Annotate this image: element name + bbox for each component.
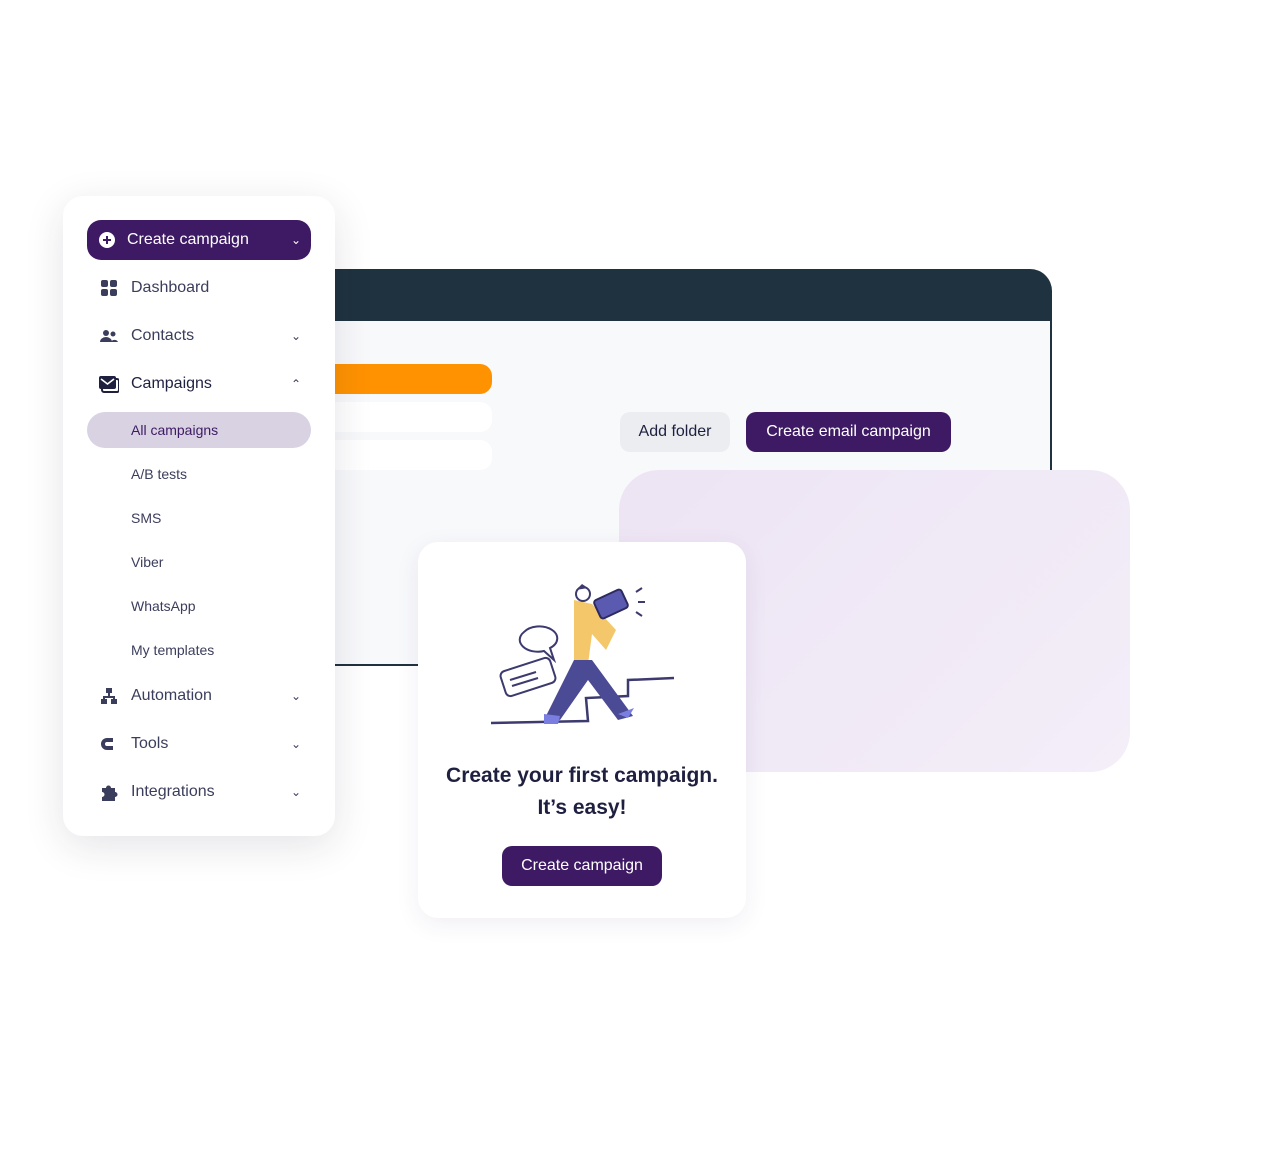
create-email-campaign-button[interactable]: Create email campaign — [746, 412, 951, 452]
sidebar-item-label: Tools — [131, 735, 169, 752]
grid-icon — [87, 280, 131, 296]
create-campaign-dropdown[interactable]: Create campaign ⌄ — [87, 220, 311, 260]
sidebar-item-contacts[interactable]: Contacts ⌄ — [87, 316, 311, 356]
users-icon — [87, 329, 131, 343]
empty-state-title: Create your first campaign. It’s easy! — [418, 760, 746, 824]
app-header — [320, 269, 1052, 321]
sidebar-sub-viber[interactable]: Viber — [87, 544, 311, 580]
sidebar-item-automation[interactable]: Automation ⌄ — [87, 676, 311, 716]
mail-icon — [87, 375, 131, 393]
sidebar: Create campaign ⌄ Dashboard Contacts ⌄ C… — [63, 196, 335, 836]
window-border — [1050, 300, 1052, 470]
sidebar-item-label: Contacts — [131, 327, 195, 344]
sidebar-sub-whatsapp[interactable]: WhatsApp — [87, 588, 311, 624]
sidebar-sub-ab-tests[interactable]: A/B tests — [87, 456, 311, 492]
chevron-down-icon: ⌄ — [290, 329, 302, 343]
add-folder-button[interactable]: Add folder — [620, 412, 730, 452]
chevron-down-icon: ⌄ — [290, 233, 302, 247]
sidebar-item-label: Dashboard — [131, 279, 210, 296]
sidebar-item-integrations[interactable]: Integrations ⌄ — [87, 772, 311, 812]
magnet-icon — [87, 737, 131, 751]
chevron-down-icon: ⌄ — [290, 689, 302, 703]
sitemap-icon — [87, 688, 131, 704]
chevron-up-icon: ⌃ — [290, 377, 302, 391]
sidebar-sub-my-templates[interactable]: My templates — [87, 632, 311, 668]
puzzle-icon — [87, 783, 131, 801]
placeholder-bar — [320, 440, 492, 470]
sidebar-item-label: Campaigns — [131, 375, 212, 392]
orange-bar — [320, 364, 492, 394]
placeholder-bar — [320, 402, 492, 432]
plus-circle-icon — [87, 232, 127, 248]
sidebar-item-campaigns[interactable]: Campaigns ⌃ — [87, 364, 311, 404]
sidebar-sub-all-campaigns[interactable]: All campaigns — [87, 412, 311, 448]
create-campaign-label: Create campaign — [127, 231, 249, 248]
empty-state-card: Create your first campaign. It’s easy! Cr… — [418, 542, 746, 918]
sidebar-item-tools[interactable]: Tools ⌄ — [87, 724, 311, 764]
walking-person-illustration — [490, 584, 675, 725]
sidebar-sub-sms[interactable]: SMS — [87, 500, 311, 536]
title-line-2: It’s easy! — [537, 796, 627, 819]
chevron-down-icon: ⌄ — [290, 785, 302, 799]
create-campaign-button[interactable]: Create campaign — [502, 846, 662, 886]
title-line-1: Create your first campaign. — [446, 764, 718, 787]
sidebar-item-label: Automation — [131, 687, 212, 704]
sidebar-item-dashboard[interactable]: Dashboard — [87, 268, 311, 308]
chevron-down-icon: ⌄ — [290, 737, 302, 751]
sidebar-item-label: Integrations — [131, 783, 215, 800]
